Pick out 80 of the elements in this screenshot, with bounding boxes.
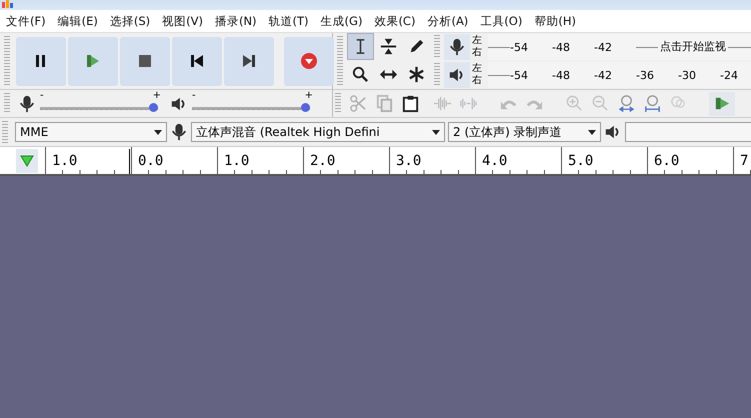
meter-tick-label: -48 [552, 68, 594, 82]
meter-tick-label: -42 [594, 68, 636, 82]
ruler-label: 7. [740, 152, 751, 168]
record-meter-button[interactable] [444, 34, 470, 60]
record-icon [299, 51, 319, 71]
plus-label: + [304, 90, 313, 100]
copy-icon [374, 94, 394, 113]
asterisk-icon [407, 65, 426, 84]
record-button[interactable] [284, 36, 334, 86]
menu-item[interactable]: 分析(A) [421, 14, 474, 28]
ruler-label: 1.0 [52, 152, 78, 168]
meter-tick-label: -48 [552, 40, 594, 54]
menu-item[interactable]: 文件(F) [0, 14, 52, 28]
ruler-label: 3.0 [396, 152, 422, 168]
microphone-icon [448, 38, 466, 56]
skip-to-start-button[interactable] [172, 36, 222, 86]
meter-tick-label: -54 [510, 40, 552, 54]
volume-slider[interactable]: - + [40, 92, 158, 114]
pinned-head-button[interactable] [16, 148, 38, 172]
meter-tick-label: -30 [678, 68, 720, 82]
ruler-label: 4.0 [482, 152, 508, 168]
ruler-label: 2.0 [310, 152, 336, 168]
ruler-label: 0.0 [138, 152, 164, 168]
skip-to-end-button[interactable] [224, 36, 274, 86]
zoom-in-icon [564, 94, 584, 113]
meter-tick-label: -54 [510, 68, 552, 82]
zoom-fit-icon [616, 94, 636, 113]
clipboard-icon [400, 94, 420, 113]
magnifier-icon [351, 65, 370, 84]
track-area[interactable] [0, 176, 751, 418]
menu-item[interactable]: 工具(O) [474, 14, 528, 28]
zoom-fit-icon [642, 94, 662, 113]
meter-tick-label: -42 [594, 40, 636, 54]
app-logo-icon [2, 0, 16, 8]
menu-item[interactable]: 播录(N) [208, 14, 263, 28]
ruler-label: 5.0 [568, 152, 594, 168]
record-meter[interactable]: -54 -48 -42 点击开始监视 [488, 34, 751, 60]
audio-host-dropdown[interactable]: MME [15, 122, 167, 142]
toolbar-grip[interactable] [335, 93, 341, 114]
channel-label: 左 [472, 35, 483, 47]
microphone-icon [170, 123, 188, 141]
monitor-hint[interactable]: 点击开始监视 [658, 39, 728, 54]
channel-label: 左 [472, 63, 483, 75]
menu-item[interactable]: 轨道(T) [262, 14, 315, 28]
play-meter-button[interactable] [444, 62, 470, 88]
menu-item[interactable]: 选择(S) [104, 14, 156, 28]
menu-item[interactable]: 帮助(H) [528, 14, 582, 28]
text-cursor-tool[interactable] [347, 33, 374, 60]
channels-dropdown[interactable]: 2 (立体声) 录制声道 [448, 122, 601, 142]
meter-tick-label: -24 [720, 68, 751, 82]
plus-label: + [152, 90, 161, 100]
menu-item[interactable]: 视图(V) [156, 14, 209, 28]
stop-button[interactable] [120, 36, 170, 86]
meter-tick-label: -36 [636, 68, 678, 82]
play-at-speed-button[interactable] [709, 92, 735, 116]
channel-label: 右 [472, 47, 483, 59]
toolbar-grip[interactable] [337, 36, 343, 86]
minus-label: - [192, 90, 196, 100]
cursor-line [129, 149, 130, 174]
slider-thumb[interactable] [149, 102, 158, 112]
zoom-out-icon [590, 94, 610, 113]
envelope-icon [379, 37, 398, 56]
ruler-label: 6.0 [654, 152, 680, 168]
volume-slider[interactable]: - + [192, 92, 310, 114]
waveform-icon [432, 94, 452, 113]
channel-label: 右 [472, 75, 483, 87]
timeline-ruler[interactable]: 1.0 0.0 1.0 2.0 3.0 4.0 5.0 6.0 7. [0, 147, 751, 176]
recording-device-dropdown[interactable]: 立体声混音 (Realtek High Defini [191, 122, 445, 142]
slider-thumb[interactable] [301, 102, 310, 112]
microphone-icon [18, 94, 36, 112]
play-meter[interactable]: -54 -48 -42 -36 -30 -24 [488, 62, 751, 88]
menu-item[interactable]: 编辑(E) [52, 14, 104, 28]
ruler-label: 1.0 [224, 152, 250, 168]
menu-item[interactable]: 效果(C) [368, 14, 422, 28]
scissors-icon [348, 94, 368, 113]
playback-device-dropdown[interactable] [625, 122, 751, 142]
triangle-icon [20, 154, 34, 166]
menu-item[interactable]: 生成(G) [314, 14, 368, 28]
minus-label: - [40, 90, 44, 100]
pause-button[interactable] [16, 36, 66, 86]
